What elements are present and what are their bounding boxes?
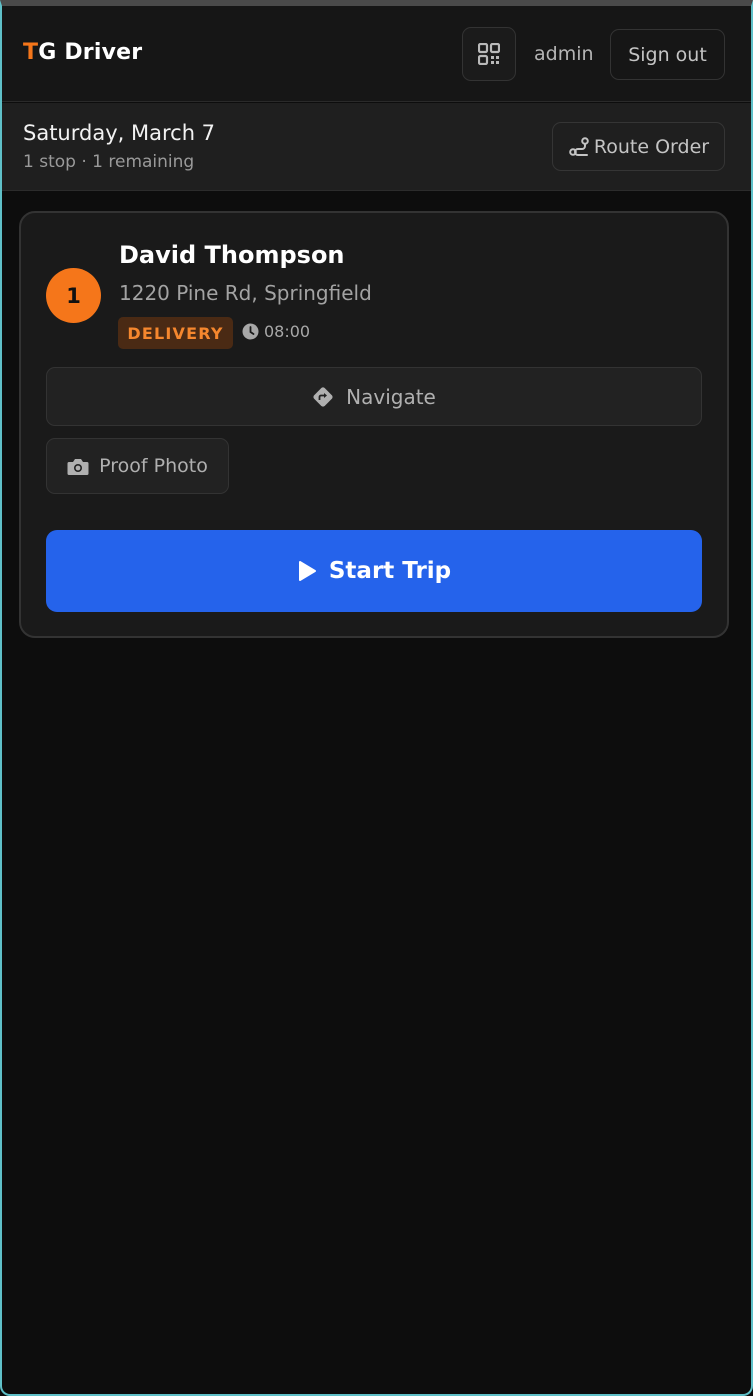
route-order-button[interactable]: Route Order — [552, 122, 725, 171]
stop-summary: 1 stop · 1 remaining — [23, 152, 195, 172]
app-brand: TG Driver — [23, 40, 142, 65]
proof-photo-label: Proof Photo — [99, 455, 208, 477]
current-user: admin — [534, 43, 594, 65]
play-icon — [298, 561, 316, 581]
start-trip-button[interactable]: Start Trip — [46, 530, 702, 612]
camera-icon — [67, 458, 89, 475]
clock-icon — [242, 323, 259, 339]
app-header: TG Driver admin Sign out — [0, 6, 753, 102]
route-order-label: Route Order — [593, 135, 710, 158]
stop-type-badge: DELIVERY — [118, 317, 233, 349]
brand-name: G Driver — [38, 40, 143, 65]
sign-out-button[interactable]: Sign out — [610, 29, 725, 80]
stop-number-badge: 1 — [46, 268, 101, 323]
stop-card: 1 David Thompson 1220 Pine Rd, Springfie… — [19, 211, 729, 638]
window-frame — [0, 0, 753, 1396]
scheduled-time: 08:00 — [242, 319, 310, 343]
customer-name: David Thompson — [119, 241, 345, 269]
stop-address: 1220 Pine Rd, Springfield — [119, 281, 372, 305]
brand-accent-letter: T — [23, 40, 39, 65]
proof-photo-button[interactable]: Proof Photo — [46, 438, 229, 494]
scheduled-time-value: 08:00 — [264, 321, 311, 341]
route-icon — [569, 136, 589, 156]
navigate-label: Navigate — [346, 384, 436, 409]
directions-icon — [313, 386, 333, 407]
day-summary-bar: Saturday, March 7 1 stop · 1 remaining R… — [0, 103, 753, 191]
start-trip-label: Start Trip — [328, 558, 452, 584]
qr-scan-button[interactable] — [462, 27, 516, 81]
navigate-button[interactable]: Navigate — [46, 367, 702, 426]
qr-code-icon — [478, 43, 500, 65]
schedule-date: Saturday, March 7 — [23, 121, 216, 145]
